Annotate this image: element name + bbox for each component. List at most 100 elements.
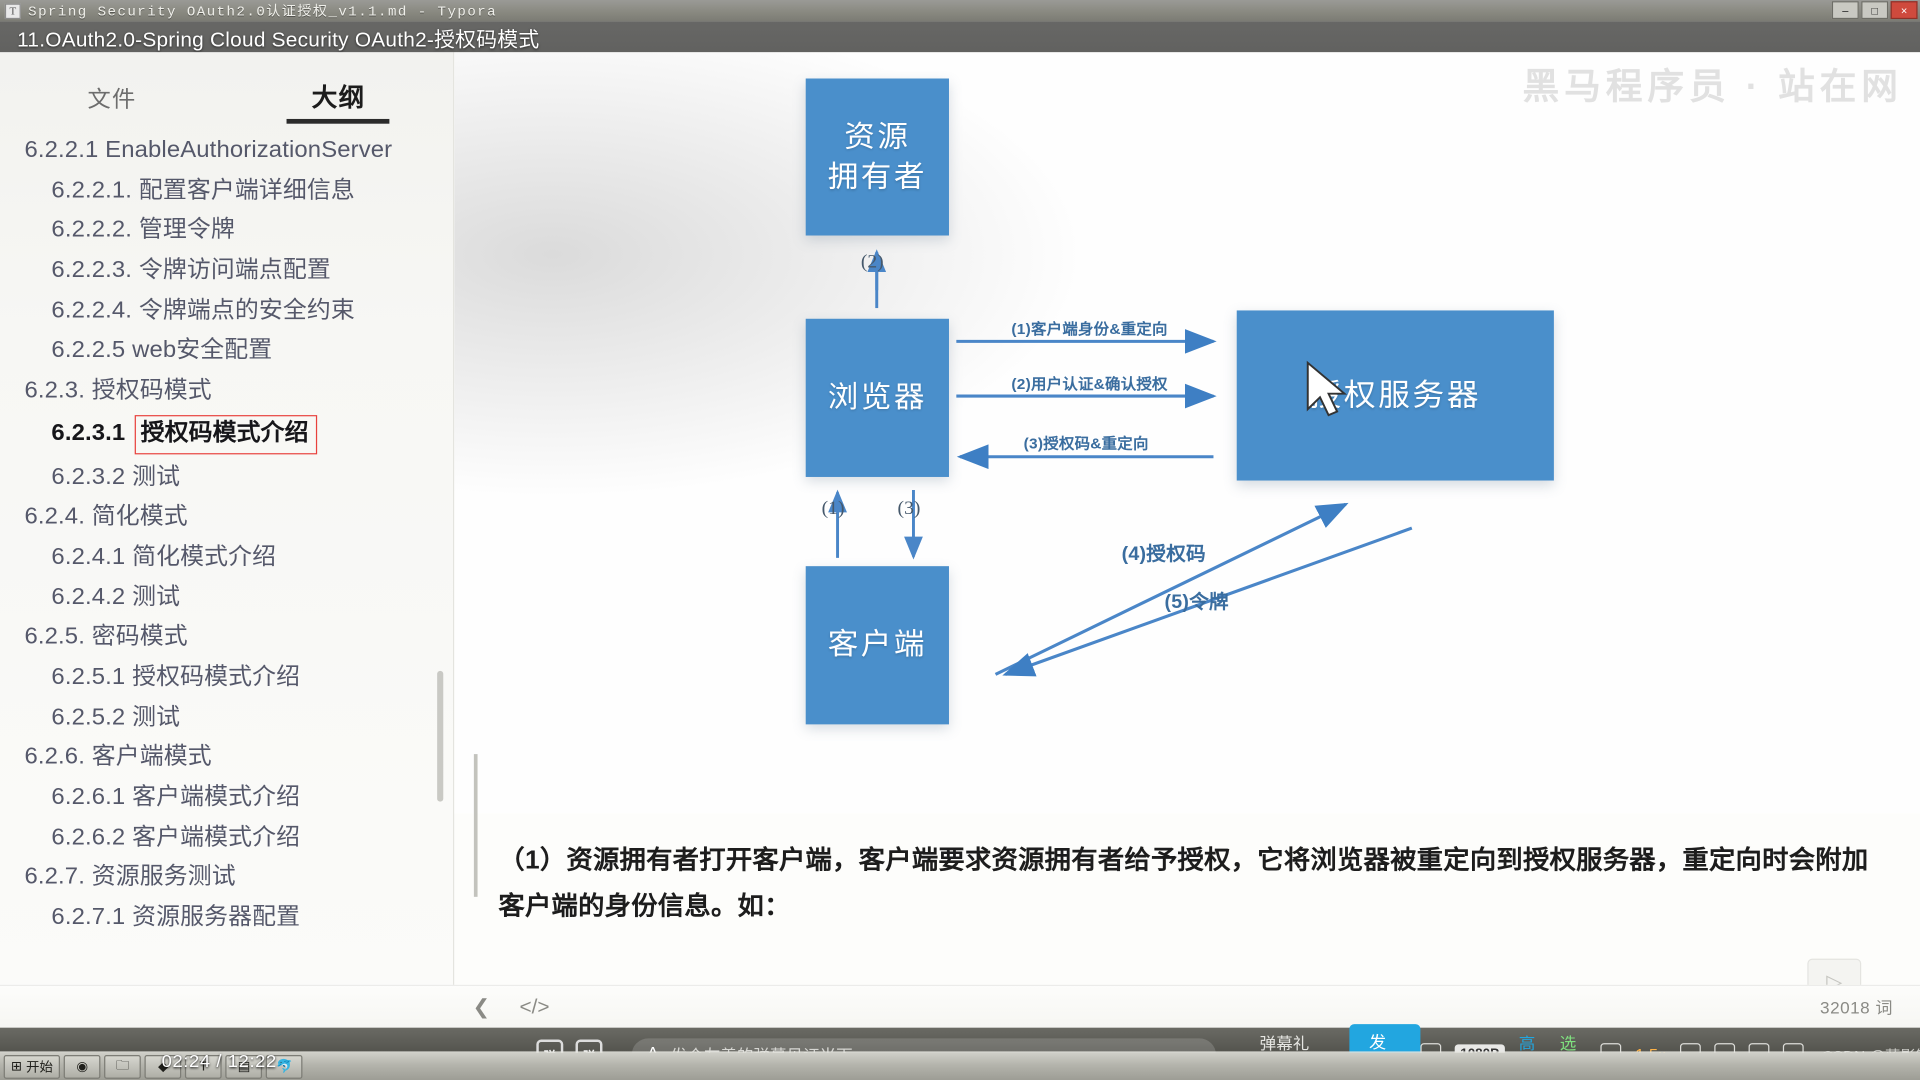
dolphin-icon: 🐬 [275, 1059, 293, 1075]
arrow-label-1: (1)客户端身份&重定向 [1011, 321, 1168, 338]
arrow-label-5: (5)令牌 [1164, 592, 1229, 613]
arrow-label-3: (3)授权码&重定向 [1023, 435, 1149, 452]
paragraph-left-rule [473, 754, 478, 897]
diagram-node-resource-owner: 资源 拥有者 [805, 78, 949, 236]
outline-item-6-2-3[interactable]: 6.2.3. 授权码模式 [24, 371, 442, 411]
outline-item-label: 授权码模式介绍 [134, 414, 318, 454]
node-label: 资源 拥有者 [827, 119, 927, 194]
minimize-button[interactable]: – [1831, 1, 1859, 20]
outline-item-6-2-3-1[interactable]: 6.2.3.1 授权码模式介绍 [51, 411, 442, 457]
outline-item-number: 6.2.6.1 [51, 783, 126, 811]
outline-item-6-2-2-2[interactable]: 6.2.2.2. 管理令牌 [51, 211, 442, 251]
outline-item-number: 6.2.2.4. [51, 297, 133, 324]
outline-item-number: 6.2.2.1 [24, 136, 99, 163]
video-clock: 02:24 / 12:22 [161, 1051, 277, 1072]
start-label: 开始 [25, 1060, 53, 1075]
maximize-button[interactable]: □ [1861, 1, 1889, 20]
typora-icon: T [4, 2, 21, 19]
word-count: 32018 词 [1820, 997, 1894, 1017]
outline-item-6-2-3-2[interactable]: 6.2.3.2 测试 [51, 457, 442, 497]
folder-icon: 🗀 [115, 1058, 130, 1073]
outline-item-6-2-7[interactable]: 6.2.7. 资源服务测试 [24, 858, 442, 898]
body-paragraph: （1）资源拥有者打开客户端，客户端要求资源拥有者给予授权，它将浏览器被重定向到授… [498, 845, 1869, 921]
outline-list[interactable]: 6.2.2.1 EnableAuthorizationServer 6.2.2.1… [0, 126, 453, 985]
diagram-node-client: 客户端 [805, 566, 949, 725]
outline-item-label: 资源服务器配置 [132, 904, 301, 931]
outline-item-6-2-5[interactable]: 6.2.5. 密码模式 [24, 618, 442, 658]
outline-item-6-2-4-2[interactable]: 6.2.4.2 测试 [51, 578, 442, 618]
outline-item-label: 客户端模式介绍 [132, 783, 301, 811]
outline-item-label: 令牌访问端点配置 [138, 256, 331, 284]
tab-files[interactable]: 文件 [83, 82, 142, 124]
outline-item-label: 测试 [132, 703, 181, 730]
vertical-label-1: (1) [821, 498, 845, 519]
outline-item-number: 6.2.5.1 [51, 663, 126, 690]
outline-item-label: web安全配置 [132, 337, 273, 364]
outline-item-6-2-4-1[interactable]: 6.2.4.1 简化模式介绍 [51, 537, 442, 577]
status-bar-left: ❮ </> [0, 995, 550, 1019]
arrow-label-4: (4)授权码 [1121, 544, 1206, 565]
window-controls: – □ × [1831, 1, 1918, 20]
start-button[interactable]: ⊞ 开始 [3, 1054, 61, 1079]
outline-item-label: 测试 [132, 583, 181, 610]
diagram-arrows [828, 249, 1413, 677]
outline-item-6-2-6[interactable]: 6.2.6. 客户端模式 [24, 738, 442, 778]
outline-item-label: 管理令牌 [138, 216, 235, 244]
windows-logo-icon: ⊞ [11, 1059, 23, 1075]
tab-outline[interactable]: 大纲 [287, 79, 390, 124]
outline-item-label: 客户端模式介绍 [132, 823, 301, 851]
outline-item-6-2-2-1[interactable]: 6.2.2.1 EnableAuthorizationServer [24, 131, 442, 171]
outline-item-label: 授权码模式 [91, 377, 212, 404]
vertical-label-3: (3) [897, 498, 921, 519]
outline-item-label: 测试 [132, 463, 181, 490]
main-content: 文件 大纲 6.2.2.1 EnableAuthorizationServer 6… [0, 52, 1920, 985]
outline-item-number: 6.2.2.1. [51, 176, 133, 204]
outline-item-label: 简化模式 [91, 503, 188, 530]
diagram-node-auth-server: 授权服务器 [1236, 310, 1554, 481]
screen: T Spring Security OAuth2.0认证授权_v1.1.md -… [0, 0, 1920, 1080]
node-label: 客户端 [827, 628, 927, 662]
outline-item-6-2-2-4[interactable]: 6.2.2.4. 令牌端点的安全约束 [51, 291, 442, 331]
outline-item-number: 6.2.4. [24, 503, 85, 530]
taskbar-item-chrome[interactable]: ◉ [63, 1054, 101, 1079]
outline-item-number: 6.2.5.2 [51, 703, 126, 730]
document-pane: 黑马程序员 · 站在网 资源 拥有者 浏览器 客户端 授权服务器 (1)客户端身… [454, 52, 1920, 985]
outline-item-6-2-2-5[interactable]: 6.2.2.5 web安全配置 [51, 331, 442, 371]
outline-item-number: 6.2.2.2. [51, 216, 133, 244]
chrome-icon: ◉ [76, 1059, 89, 1075]
outline-item-number: 6.2.3.2 [51, 463, 126, 490]
outline-item-6-2-2-3[interactable]: 6.2.2.3. 令牌访问端点配置 [51, 251, 442, 291]
float-play-button[interactable]: ▷ [1807, 958, 1862, 985]
outline-item-number: 6.2.6. [24, 743, 85, 770]
outline-item-6-2-6-1[interactable]: 6.2.6.1 客户端模式介绍 [51, 778, 442, 818]
outline-item-6-2-6-2[interactable]: 6.2.6.2 客户端模式介绍 [51, 818, 442, 858]
outline-item-number: 6.2.7. [24, 863, 85, 891]
outline-item-6-2-2-1[interactable]: 6.2.2.1. 配置客户端详细信息 [51, 171, 442, 211]
outline-item-label: EnableAuthorizationServer [105, 136, 393, 163]
sidebar: 文件 大纲 6.2.2.1 EnableAuthorizationServer 6… [0, 52, 455, 985]
outline-item-number: 6.2.2.3. [51, 256, 133, 284]
mouse-cursor-icon [1306, 360, 1348, 417]
node-label: 授权服务器 [1309, 376, 1482, 413]
outline-item-label: 令牌端点的安全约束 [138, 297, 355, 324]
oauth-flow-diagram: 黑马程序员 · 站在网 资源 拥有者 浏览器 客户端 授权服务器 (1)客户端身… [454, 52, 1920, 814]
outline-item-number: 6.2.5. [24, 623, 85, 650]
outline-item-6-2-7-1[interactable]: 6.2.7.1 资源服务器配置 [51, 898, 442, 938]
arrow-label-2: (2)用户认证&确认授权 [1011, 375, 1168, 393]
video-overlay-title: 11.OAuth2.0-Spring Cloud Security OAuth2… [0, 21, 1920, 53]
outline-item-6-2-5-1[interactable]: 6.2.5.1 授权码模式介绍 [51, 658, 442, 698]
windows-taskbar: ⊞ 开始 ◉ 🗀 ◆ T ▤ 🐬 [0, 1051, 1920, 1080]
outline-item-6-2-4[interactable]: 6.2.4. 简化模式 [24, 497, 442, 537]
chevron-left-icon[interactable]: ❮ [473, 995, 490, 1019]
code-brackets-icon[interactable]: </> [519, 995, 549, 1019]
vertical-label-2: (2) [860, 252, 884, 273]
node-label: 浏览器 [827, 380, 927, 415]
outline-item-label: 授权码模式介绍 [132, 663, 301, 690]
taskbar-item-explorer[interactable]: 🗀 [104, 1054, 142, 1079]
watermark: 黑马程序员 · 站在网 [1522, 67, 1903, 108]
outline-item-label: 配置客户端详细信息 [138, 176, 355, 204]
close-button[interactable]: × [1890, 1, 1918, 20]
status-bar: ❮ </> 32018 词 [0, 984, 1920, 1028]
outline-item-6-2-5-2[interactable]: 6.2.5.2 测试 [51, 698, 442, 738]
sidebar-scrollbar-thumb[interactable] [437, 670, 444, 802]
